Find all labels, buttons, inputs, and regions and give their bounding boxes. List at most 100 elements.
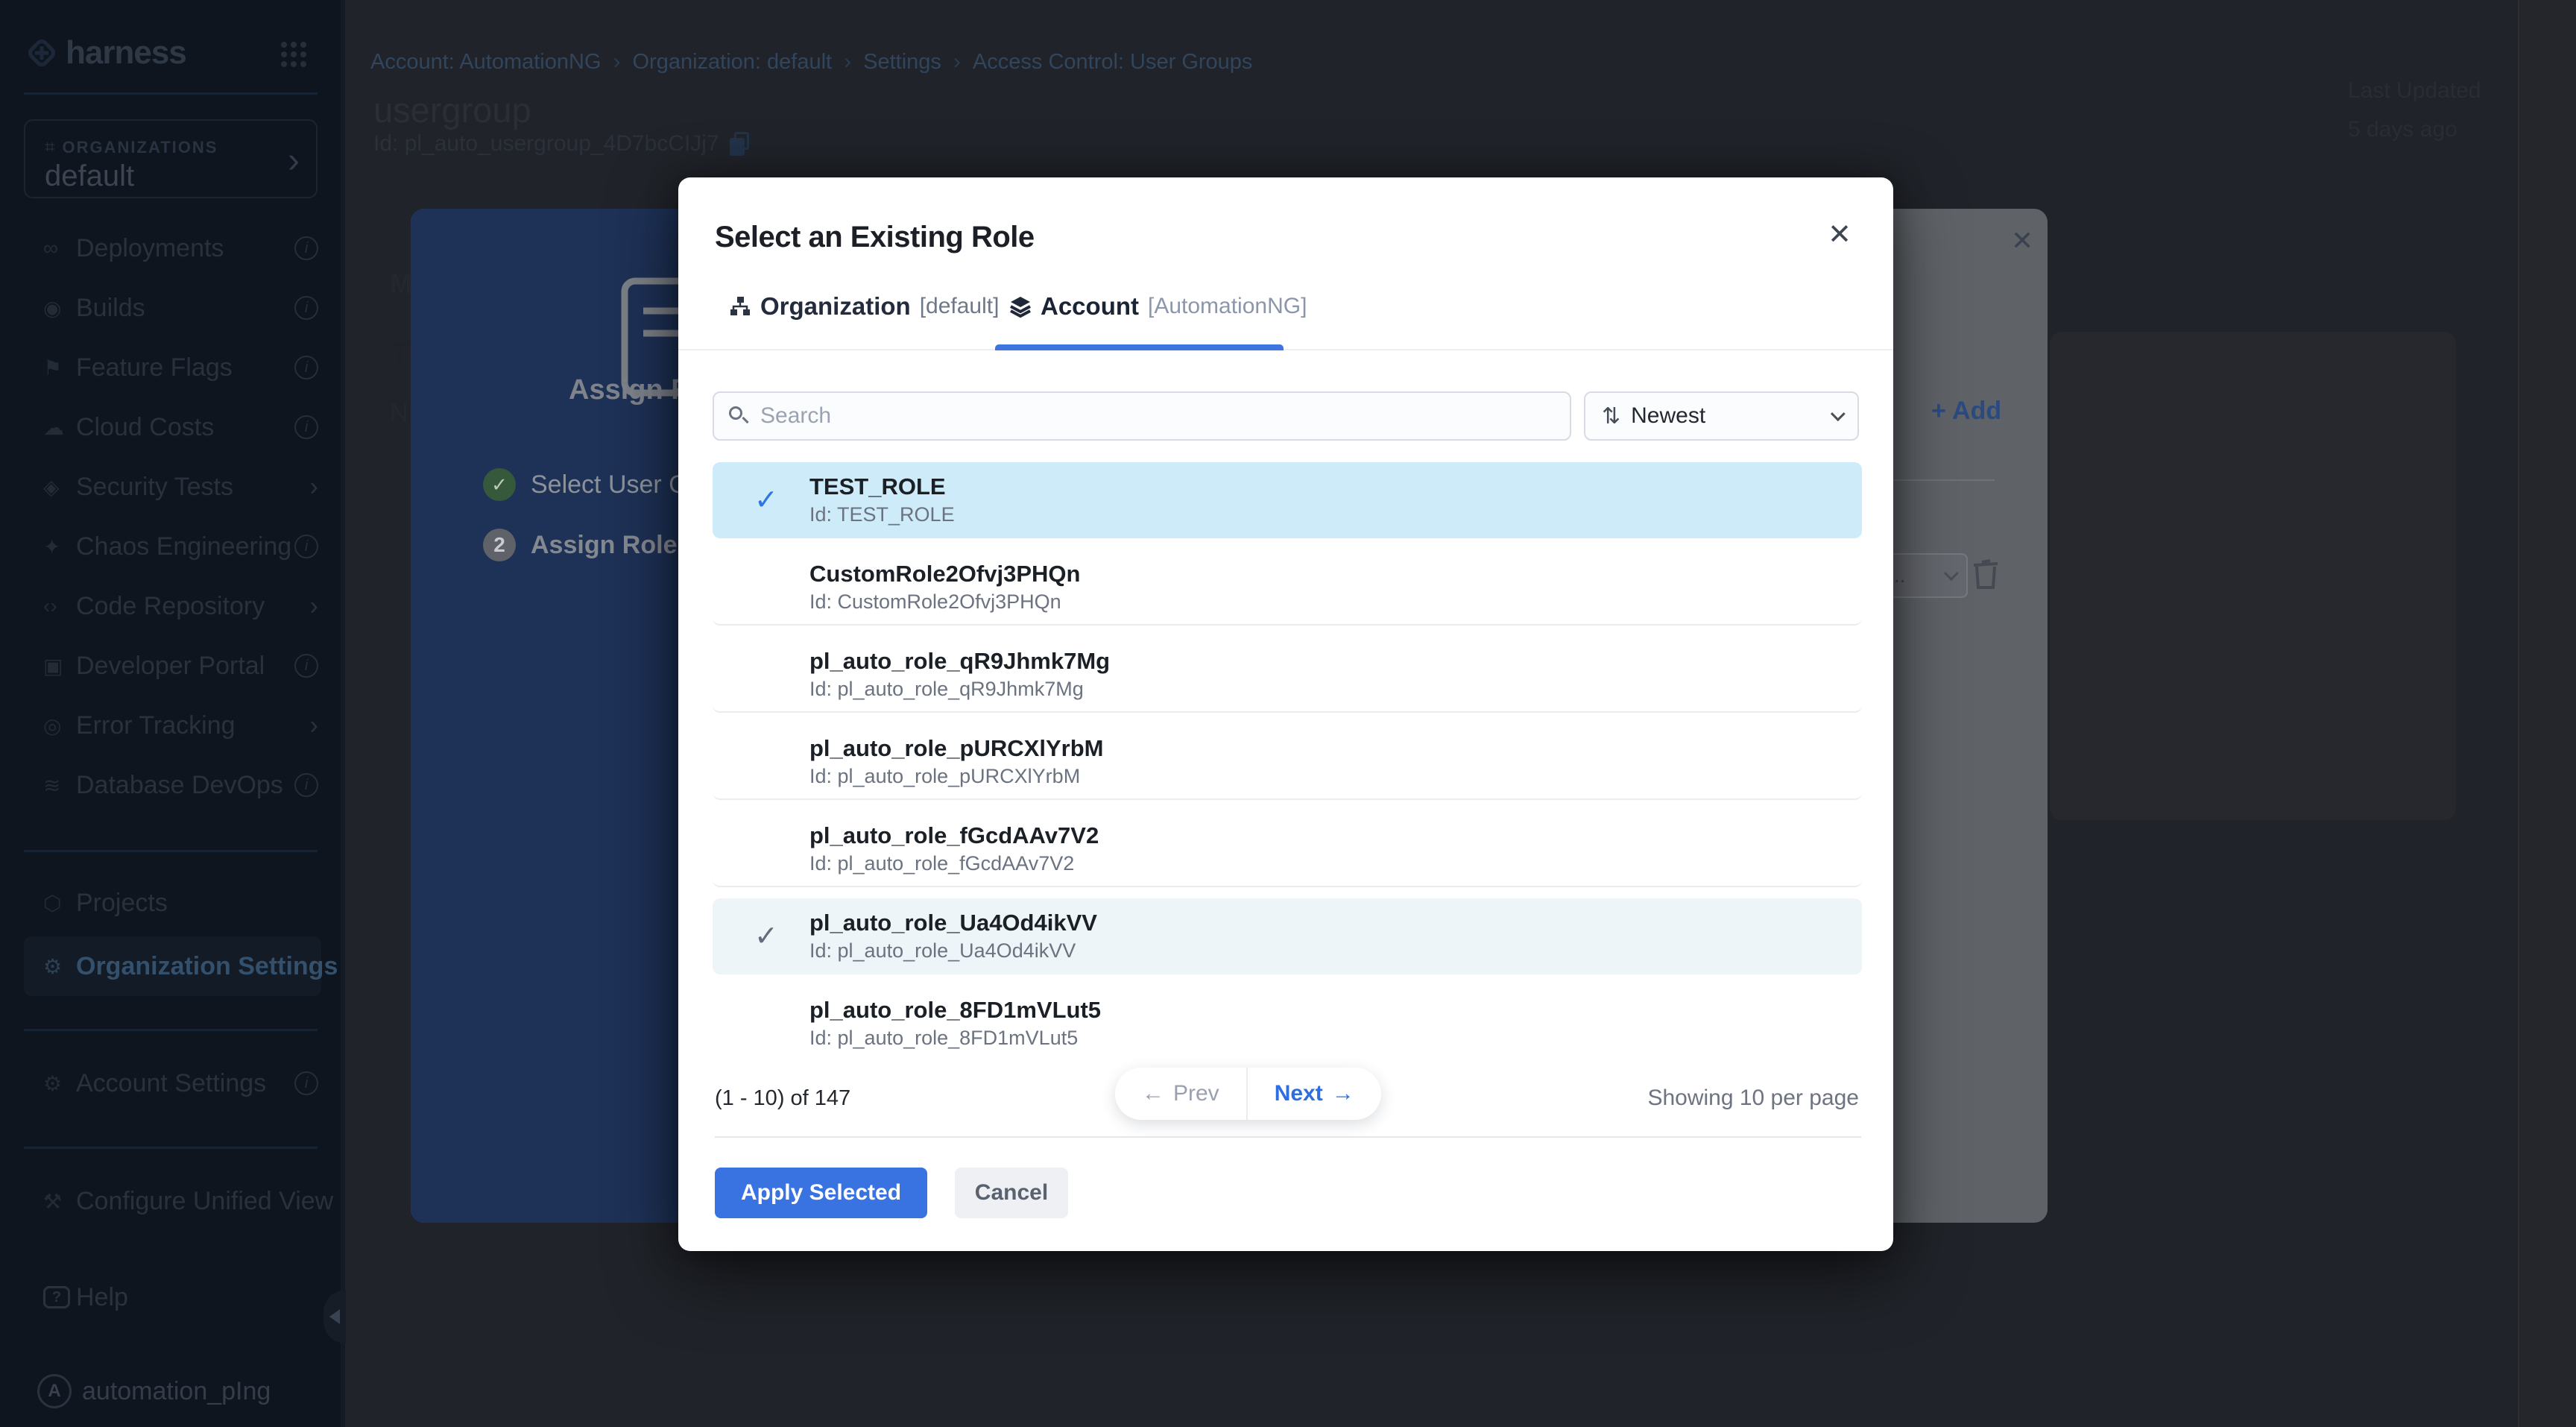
- check-icon: ✓: [754, 919, 809, 953]
- info-icon[interactable]: i: [294, 296, 318, 320]
- sidebar-item-database-devops[interactable]: ≋ Database DevOps i: [0, 755, 345, 815]
- org-chart-icon: [729, 295, 751, 318]
- role-row[interactable]: CustomRole2Ofvj3PHQn Id: CustomRole2Ofvj…: [713, 549, 1862, 626]
- select-role-modal: Select an Existing Role ✕ Organization […: [678, 177, 1893, 1251]
- tab-organization[interactable]: Organization [default]: [729, 292, 999, 321]
- info-icon[interactable]: i: [294, 356, 318, 379]
- error-tracking-icon: ◎: [43, 714, 76, 738]
- search-field[interactable]: [713, 391, 1571, 441]
- wizard-step-1[interactable]: ✓ Select User Gro: [483, 468, 711, 501]
- dialog-heading: Assign R: [569, 374, 692, 406]
- role-row[interactable]: ✓ pl_auto_role_Ua4Od4ikVV Id: pl_auto_ro…: [713, 898, 1862, 974]
- org-selector-label: ORGANIZATIONS: [63, 138, 218, 157]
- entity-id: Id: pl_auto_usergroup_4D7bcCIJj7: [373, 131, 719, 157]
- breadcrumb-organization[interactable]: Organization: default: [633, 50, 833, 75]
- sidebar-item-developer-portal[interactable]: ▣ Developer Portal i: [0, 636, 345, 696]
- code-repository-icon: ‹›: [43, 594, 76, 618]
- info-icon[interactable]: i: [294, 654, 318, 678]
- chevron-down-icon: [1831, 406, 1846, 421]
- info-icon[interactable]: i: [294, 415, 318, 439]
- add-button[interactable]: + Add: [1931, 397, 2001, 426]
- sidebar-item-cloud-costs[interactable]: ☁ Cloud Costs i: [0, 397, 345, 457]
- org-selector-value: default: [45, 160, 134, 193]
- harness-logo[interactable]: harness: [27, 34, 319, 72]
- sidebar-user[interactable]: A automation_pIng: [0, 1361, 345, 1421]
- role-row[interactable]: pl_auto_role_fGcdAAv7V2 Id: pl_auto_role…: [713, 811, 1862, 887]
- sidebar-nav: ∞ Deployments i ◉ Builds i ⚑ Feature Fla…: [0, 218, 345, 815]
- trash-icon[interactable]: [1972, 558, 1999, 590]
- info-icon[interactable]: i: [294, 535, 318, 558]
- chevron-right-icon: ›: [288, 140, 300, 181]
- step-number: 2: [483, 529, 516, 561]
- sort-value: Newest: [1631, 403, 1820, 429]
- deployments-icon: ∞: [43, 236, 76, 260]
- sort-icon: ⇅: [1602, 403, 1620, 429]
- sidebar-item-error-tracking[interactable]: ◎ Error Tracking ›: [0, 696, 345, 755]
- tab-account[interactable]: Account [AutomationNG]: [1009, 292, 1307, 321]
- check-icon: ✓: [754, 483, 809, 517]
- sidebar-item-projects[interactable]: ⬡ Projects: [0, 873, 345, 933]
- copy-icon[interactable]: [730, 132, 749, 156]
- database-devops-icon: ≋: [43, 773, 76, 798]
- pagination-range: (1 - 10) of 147: [715, 1086, 850, 1111]
- apply-selected-button[interactable]: Apply Selected: [715, 1168, 927, 1218]
- role-row[interactable]: ✓ TEST_ROLE Id: TEST_ROLE: [713, 462, 1862, 538]
- chevron-right-icon: ›: [844, 49, 851, 75]
- search-input[interactable]: [760, 403, 1555, 429]
- pagination-controls: ← Prev Next →: [1115, 1068, 1381, 1120]
- sidebar-item-configure-unified-view[interactable]: ⚒ Configure Unified View: [0, 1171, 345, 1231]
- org-selector[interactable]: ⌗ ORGANIZATIONS default ›: [24, 119, 318, 198]
- breadcrumb-account[interactable]: Account: AutomationNG: [370, 50, 602, 75]
- app-grid-icon[interactable]: [281, 42, 306, 67]
- background-card: [2050, 332, 2456, 820]
- breadcrumb-access-control[interactable]: Access Control: User Groups: [973, 50, 1253, 75]
- chevron-right-icon: ›: [310, 711, 318, 740]
- chaos-engineering-icon: ✦: [43, 535, 76, 559]
- sidebar-divider: [24, 850, 318, 852]
- security-tests-icon: ◈: [43, 475, 76, 500]
- close-icon[interactable]: ✕: [2011, 225, 2033, 256]
- brand-name: harness: [66, 34, 186, 72]
- harness-logo-icon: [27, 38, 57, 68]
- sort-dropdown[interactable]: ⇅ Newest: [1584, 391, 1859, 441]
- info-icon[interactable]: i: [294, 773, 318, 797]
- role-row[interactable]: pl_auto_role_pURCXlYrbM Id: pl_auto_role…: [713, 724, 1862, 800]
- feature-flags-icon: ⚑: [43, 356, 76, 380]
- account-settings-icon: ⚙: [43, 1071, 76, 1096]
- cancel-button[interactable]: Cancel: [955, 1168, 1068, 1218]
- sidebar-divider: [24, 1147, 318, 1149]
- gear-icon: ⚙: [43, 954, 76, 979]
- arrow-left-icon: ←: [1142, 1081, 1164, 1106]
- chevron-right-icon: ›: [310, 592, 318, 621]
- org-chart-icon: ⌗: [45, 137, 55, 158]
- breadcrumb-settings[interactable]: Settings: [863, 50, 941, 75]
- page-title: usergroup: [373, 89, 531, 130]
- close-icon[interactable]: ✕: [1828, 221, 1852, 249]
- sidebar-item-feature-flags[interactable]: ⚑ Feature Flags i: [0, 338, 345, 397]
- role-row[interactable]: pl_auto_role_qR9Jhmk7Mg Id: pl_auto_role…: [713, 637, 1862, 713]
- sidebar-item-account-settings[interactable]: ⚙ Account Settings i: [0, 1053, 345, 1113]
- info-icon[interactable]: i: [294, 236, 318, 260]
- modal-footer-divider: [715, 1136, 1861, 1138]
- role-row[interactable]: pl_auto_role_8FD1mVLut5 Id: pl_auto_role…: [713, 986, 1862, 1053]
- breadcrumb: Account: AutomationNG › Organization: de…: [370, 49, 1252, 75]
- prev-button[interactable]: ← Prev: [1115, 1068, 1248, 1120]
- sidebar-item-code-repository[interactable]: ‹› Code Repository ›: [0, 576, 345, 636]
- help-icon: ?: [43, 1286, 70, 1308]
- chevron-right-icon: ›: [613, 49, 621, 75]
- sidebar-item-chaos-engineering[interactable]: ✦ Chaos Engineering i: [0, 517, 345, 576]
- info-icon[interactable]: i: [294, 1071, 318, 1095]
- sidebar-item-organization-settings[interactable]: ⚙ Organization Settings: [24, 936, 321, 996]
- sidebar-item-deployments[interactable]: ∞ Deployments i: [0, 218, 345, 278]
- chevron-down-icon: [1944, 566, 1959, 581]
- sidebar-item-builds[interactable]: ◉ Builds i: [0, 278, 345, 338]
- modal-title: Select an Existing Role: [715, 221, 1035, 254]
- page-text-fragment: T: [390, 337, 410, 374]
- sidebar-item-help[interactable]: ? Help: [0, 1267, 345, 1327]
- collapse-left-icon: [329, 1309, 340, 1324]
- sidebar-item-security-tests[interactable]: ◈ Security Tests ›: [0, 457, 345, 517]
- cloud-costs-icon: ☁: [43, 415, 76, 440]
- chevron-right-icon: ›: [953, 49, 961, 75]
- next-button[interactable]: Next →: [1248, 1068, 1381, 1120]
- page-divider: [2518, 0, 2519, 1427]
